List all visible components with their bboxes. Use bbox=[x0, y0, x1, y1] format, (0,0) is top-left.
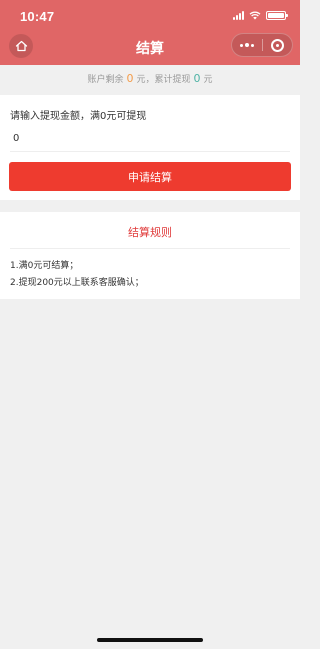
wifi-icon bbox=[249, 11, 261, 20]
balance-value: 0 bbox=[126, 72, 134, 85]
status-time: 10:47 bbox=[20, 9, 55, 24]
apply-settlement-button[interactable]: 申请结算 bbox=[9, 162, 291, 191]
withdrawn-unit: 元 bbox=[203, 75, 213, 85]
close-button[interactable] bbox=[263, 34, 293, 56]
withdraw-amount-input[interactable] bbox=[10, 126, 290, 152]
more-dots-icon[interactable] bbox=[232, 34, 262, 56]
withdraw-amount-label: 请输入提现金额，满0元可提现 bbox=[10, 111, 147, 122]
rules-card: 结算规则 1.满0元可结算； 2.提现200元以上联系客服确认； bbox=[0, 212, 300, 299]
status-icons bbox=[233, 11, 288, 20]
rules-title: 结算规则 bbox=[128, 226, 172, 239]
rules-divider bbox=[10, 248, 290, 249]
nav-bar: 结算 bbox=[0, 33, 300, 62]
status-bar: 10:47 bbox=[0, 0, 300, 34]
close-target-icon bbox=[270, 38, 284, 52]
home-indicator bbox=[97, 638, 203, 642]
balance-unit: 元，累计提现 bbox=[136, 75, 191, 85]
rule-item: 1.满0元可结算； bbox=[10, 261, 79, 271]
withdrawn-value: 0 bbox=[193, 72, 201, 85]
signal-icon bbox=[233, 11, 244, 20]
rules-list: 1.满0元可结算； 2.提现200元以上联系客服确认； bbox=[10, 258, 144, 292]
rule-item: 2.提现200元以上联系客服确认； bbox=[10, 278, 144, 288]
mini-program-capsule bbox=[231, 33, 293, 57]
balance-label: 账户剩余 bbox=[87, 75, 124, 85]
battery-icon bbox=[266, 11, 288, 20]
app-header: 10:47 结算 bbox=[0, 0, 300, 65]
balance-summary: 账户剩余 0 元，累计提现 0 元 bbox=[0, 65, 300, 92]
